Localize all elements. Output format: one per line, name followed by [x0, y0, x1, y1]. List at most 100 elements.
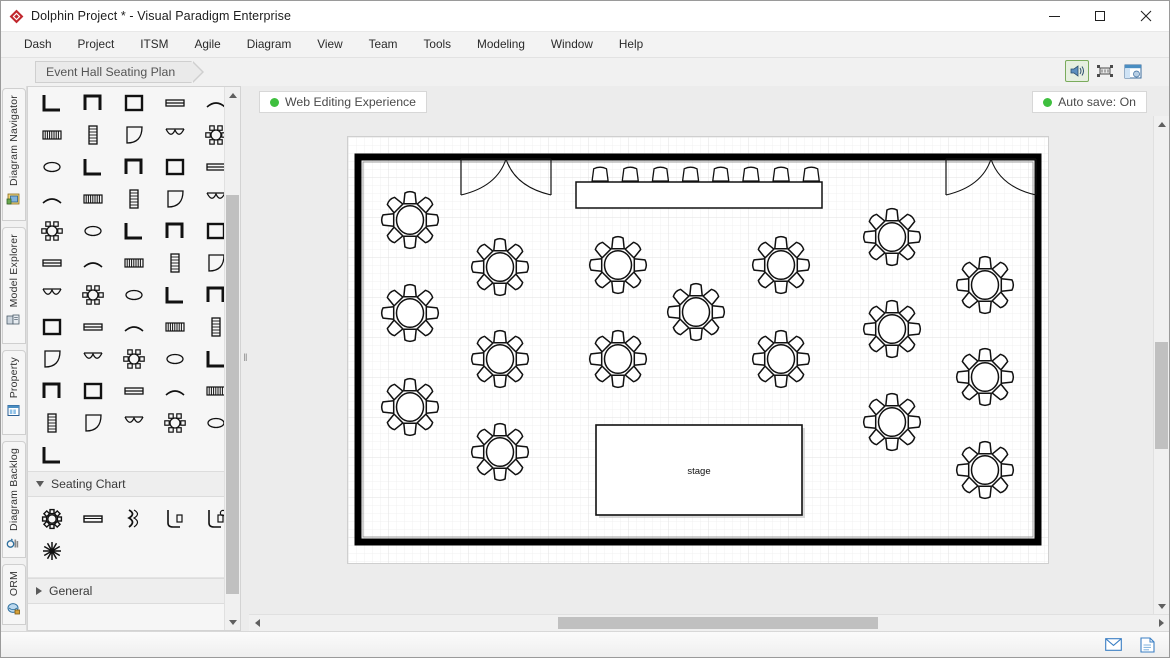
round-table-7[interactable] [588, 235, 648, 295]
panel-splitter[interactable]: ‖ [241, 86, 249, 631]
menu-item-itsm[interactable]: ITSM [127, 35, 181, 55]
double-line-icon[interactable] [154, 87, 195, 119]
table-4-chairs-icon[interactable] [73, 375, 114, 407]
menu-item-modeling[interactable]: Modeling [464, 35, 538, 55]
u-wall-icon[interactable] [73, 87, 114, 119]
canvas-vertical-scrollbar[interactable] [1153, 116, 1169, 614]
corner-wall-icon[interactable] [32, 87, 73, 119]
round-table-8[interactable] [588, 329, 648, 389]
sidebar-item-property[interactable]: Property [1, 349, 26, 435]
table-square-6-icon[interactable] [73, 407, 114, 439]
mail-button[interactable] [1103, 636, 1123, 654]
scroll-up-button[interactable] [225, 87, 241, 103]
rect-table-icon[interactable] [73, 343, 114, 375]
bench-icon[interactable] [114, 151, 155, 183]
scroll-track[interactable] [225, 103, 241, 614]
round-table-8-icon[interactable] [32, 503, 73, 535]
menu-item-tools[interactable]: Tools [411, 35, 465, 55]
round-table-10[interactable] [751, 235, 811, 295]
diagram-canvas-page[interactable]: stage [347, 136, 1049, 564]
round-table-14[interactable] [862, 392, 922, 452]
quarter-round-seat-icon[interactable] [154, 503, 195, 535]
notes-button[interactable] [1137, 636, 1157, 654]
round-table-4[interactable] [470, 237, 530, 297]
sink-corner-icon[interactable] [32, 311, 73, 343]
menu-item-dash[interactable]: Dash [11, 35, 65, 55]
scroll-thumb[interactable] [558, 617, 878, 629]
round-table-11[interactable] [751, 329, 811, 389]
menu-item-help[interactable]: Help [606, 35, 656, 55]
shutter-window-icon[interactable] [154, 119, 195, 151]
menu-item-diagram[interactable]: Diagram [234, 35, 305, 55]
fit-to-screen-button[interactable] [1093, 60, 1117, 82]
tv-icon[interactable] [114, 215, 155, 247]
table-oval-6-icon[interactable] [154, 407, 195, 439]
close-button[interactable] [1123, 1, 1169, 32]
table-round-4-icon[interactable] [114, 375, 155, 407]
sidebar-item-diagram-navigator[interactable]: Diagram Navigator [1, 88, 26, 221]
sidebar-item-model-explorer[interactable]: Model Explorer [1, 226, 26, 344]
palette-section-header-seating-chart[interactable]: Seating Chart [28, 471, 240, 497]
maximize-button[interactable] [1077, 1, 1123, 32]
auto-save-badge[interactable]: Auto save: On [1032, 91, 1147, 113]
stacked-shelf-icon[interactable] [114, 247, 155, 279]
round-table-6[interactable] [470, 422, 530, 482]
upright-piano-icon[interactable] [73, 279, 114, 311]
table-oval-4-icon[interactable] [154, 375, 195, 407]
faucet-icon[interactable] [154, 311, 195, 343]
sidebar-item-orm[interactable]: ORM [1, 563, 26, 625]
round-table-16[interactable] [955, 347, 1015, 407]
low-cabinet-icon[interactable] [32, 183, 73, 215]
menu-item-agile[interactable]: Agile [181, 35, 233, 55]
palette-vertical-scrollbar[interactable] [224, 87, 240, 630]
spiral-icon[interactable] [73, 247, 114, 279]
scroll-down-button[interactable] [1154, 598, 1170, 614]
star-plant-icon[interactable] [32, 279, 73, 311]
canvas-viewport[interactable]: stage [249, 116, 1169, 614]
menu-item-project[interactable]: Project [65, 35, 128, 55]
broadcast-button[interactable] [1065, 60, 1089, 82]
scroll-thumb[interactable] [1154, 341, 1168, 449]
scroll-right-button[interactable] [1153, 615, 1169, 631]
breadcrumb-item-diagram[interactable]: Event Hall Seating Plan [35, 61, 205, 83]
bin-icon[interactable] [154, 247, 195, 279]
scroll-track[interactable] [1154, 132, 1170, 598]
event-hall-seating-plan-drawing[interactable]: stage [348, 137, 1048, 563]
menu-item-window[interactable]: Window [538, 35, 606, 55]
radiator-icon[interactable] [73, 119, 114, 151]
cabinet-tall-icon[interactable] [114, 119, 155, 151]
rug-icon[interactable] [32, 247, 73, 279]
palette-scroll-area[interactable]: Seating Chart General [28, 87, 240, 630]
menu-item-view[interactable]: View [304, 35, 355, 55]
round-table-3[interactable] [380, 377, 440, 437]
disc-table-icon[interactable] [154, 343, 195, 375]
round-table-5[interactable] [470, 329, 530, 389]
palette-section-header-general[interactable]: General [28, 578, 240, 604]
round-table-2[interactable] [380, 283, 440, 343]
round-table-15[interactable] [955, 255, 1015, 315]
projector-icon[interactable] [114, 183, 155, 215]
scroll-up-button[interactable] [1154, 116, 1170, 132]
round-table-9[interactable] [666, 282, 726, 342]
canvas-horizontal-scrollbar[interactable] [249, 614, 1169, 631]
toilet-icon[interactable] [114, 343, 155, 375]
starburst-table-icon[interactable] [32, 535, 73, 567]
banquet-table-icon[interactable] [73, 503, 114, 535]
quarter-arc-icon[interactable] [32, 151, 73, 183]
round-table-1[interactable] [380, 190, 440, 250]
round-fan-icon[interactable] [32, 343, 73, 375]
sink-round-icon[interactable] [73, 311, 114, 343]
scroll-down-button[interactable] [225, 614, 241, 630]
square-room-icon[interactable] [114, 87, 155, 119]
stove-four-burner-icon[interactable] [114, 279, 155, 311]
round-table-13[interactable] [862, 299, 922, 359]
minimize-button[interactable] [1031, 1, 1077, 32]
sink-square-icon[interactable] [114, 311, 155, 343]
round-table-17[interactable] [955, 440, 1015, 500]
scroll-track[interactable] [265, 615, 1153, 631]
window-triple-icon[interactable] [154, 183, 195, 215]
curved-wall-icon[interactable] [32, 119, 73, 151]
stove-range-icon[interactable] [154, 279, 195, 311]
scroll-left-button[interactable] [249, 615, 265, 631]
oval-flat-icon[interactable] [32, 439, 73, 471]
